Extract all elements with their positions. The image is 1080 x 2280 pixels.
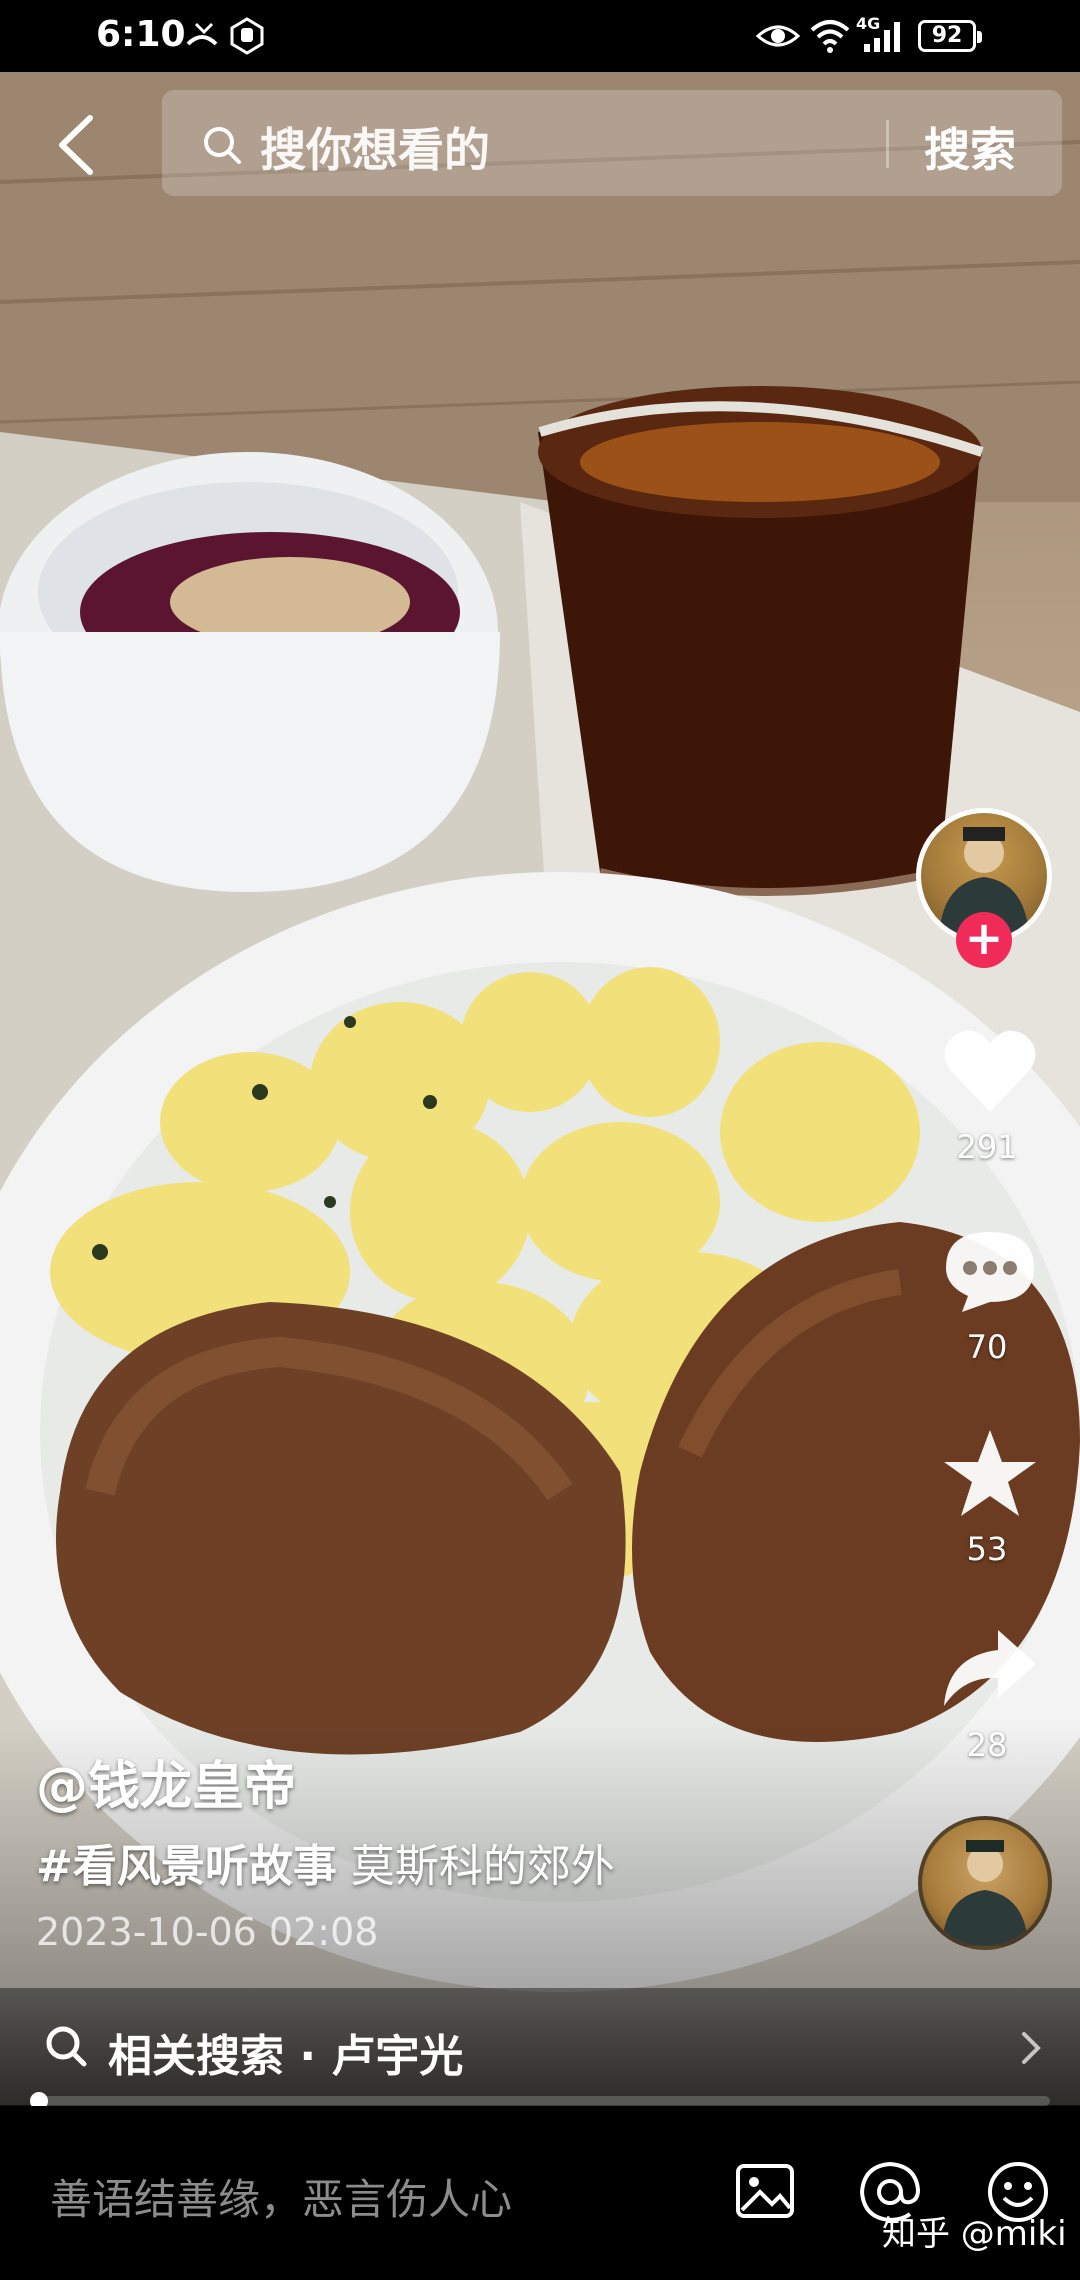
wifi-icon <box>810 20 850 53</box>
back-icon[interactable] <box>52 112 102 178</box>
search-input[interactable]: 搜你想看的 <box>260 114 490 180</box>
share-count: 28 <box>966 1726 1008 1764</box>
status-bar: 6:10 4G 92 <box>0 0 1080 72</box>
favorite-count: 53 <box>966 1530 1008 1568</box>
author-name[interactable]: @钱龙皇帝 <box>36 1744 296 1819</box>
signal-icon <box>864 22 900 52</box>
related-search-bar[interactable]: 相关搜索 · 卢宇光 <box>0 1988 1080 2108</box>
search-divider <box>886 120 889 168</box>
hashtag-link[interactable]: #看风景听故事 <box>36 1841 337 1892</box>
video-description: #看风景听故事 莫斯科的郊外 <box>36 1830 615 1894</box>
search-icon <box>46 2026 87 2067</box>
follow-button[interactable]: + <box>956 912 1012 968</box>
battery-indicator: 92 <box>918 20 982 52</box>
eye-icon <box>756 25 800 47</box>
heart-icon[interactable] <box>940 1024 1040 1116</box>
image-icon[interactable] <box>734 2160 796 2222</box>
search-icon <box>204 127 241 164</box>
comment-count: 70 <box>966 1328 1008 1366</box>
music-disc-image <box>942 1840 1028 1946</box>
hand-icon <box>230 17 264 55</box>
search-bar[interactable]: 搜你想看的 搜索 <box>162 90 1062 196</box>
watermark: 知乎 @miki <box>882 2214 1067 2254</box>
missed-call-icon <box>186 22 218 46</box>
like-count: 291 <box>956 1128 1018 1166</box>
status-time: 6:10 <box>96 14 186 55</box>
search-button[interactable]: 搜索 <box>924 114 1016 180</box>
share-icon[interactable] <box>940 1626 1040 1710</box>
music-disc[interactable] <box>918 1816 1052 1950</box>
star-icon[interactable] <box>940 1426 1040 1522</box>
video-progress-bar[interactable] <box>36 2096 1050 2106</box>
video-title: 莫斯科的郊外 <box>350 1841 615 1892</box>
comment-input[interactable]: 善语结善缘，恶言伤人心 <box>50 2166 512 2227</box>
chevron-right-icon <box>1022 2032 1041 2064</box>
post-date: 2023-10-06 02:08 <box>36 1910 379 1954</box>
related-search-label: 相关搜索 · 卢宇光 <box>108 2031 464 2082</box>
comment-icon[interactable] <box>940 1226 1040 1316</box>
